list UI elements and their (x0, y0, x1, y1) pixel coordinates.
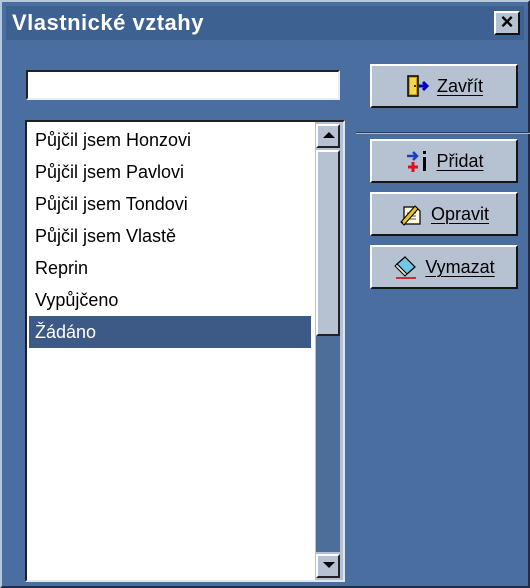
vertical-scrollbar[interactable] (315, 122, 343, 580)
scroll-down-button[interactable] (316, 554, 340, 578)
search-input[interactable] (26, 70, 340, 100)
close-button[interactable]: Zavřít (370, 64, 518, 108)
arrow-up-icon (323, 132, 335, 138)
list-item-selected[interactable]: Žádáno (29, 316, 311, 348)
edit-document-icon (400, 205, 421, 226)
scroll-thumb[interactable] (316, 150, 340, 336)
delete-button[interactable]: Vymazat (370, 245, 518, 289)
arrow-down-icon (323, 562, 335, 568)
add-button-label: Přidat (436, 150, 484, 171)
list-item[interactable]: Půjčil jsem Vlastě (29, 220, 311, 252)
dialog-window: Vlastnické vztahy × Půjčil jsem Honzovi … (0, 0, 530, 588)
close-window-button[interactable]: × (494, 11, 520, 35)
add-button[interactable]: Přidat (370, 139, 518, 183)
exit-door-icon (407, 75, 430, 97)
eraser-icon (394, 256, 417, 279)
scroll-up-button[interactable] (316, 124, 340, 148)
close-icon: × (500, 9, 514, 34)
scroll-track[interactable] (316, 336, 340, 552)
list-item[interactable]: Půjčil jsem Honzovi (29, 124, 311, 156)
close-button-label: Zavřít (436, 75, 483, 96)
delete-button-label: Vymazat (425, 256, 495, 277)
list-item[interactable]: Půjčil jsem Tondovi (29, 188, 311, 220)
window-title: Vlastnické vztahy (12, 10, 204, 35)
relations-listbox[interactable]: Půjčil jsem Honzovi Půjčil jsem Pavlovi … (25, 120, 345, 582)
button-separator (356, 132, 530, 134)
add-icon (407, 151, 427, 172)
list-item[interactable]: Reprin (29, 252, 311, 284)
title-bar[interactable]: Vlastnické vztahy × (6, 6, 524, 40)
list-item[interactable]: Půjčil jsem Pavlovi (29, 156, 311, 188)
edit-button[interactable]: Opravit (370, 192, 518, 236)
list-item[interactable]: Vypůjčeno (29, 284, 311, 316)
edit-button-label: Opravit (430, 203, 490, 224)
